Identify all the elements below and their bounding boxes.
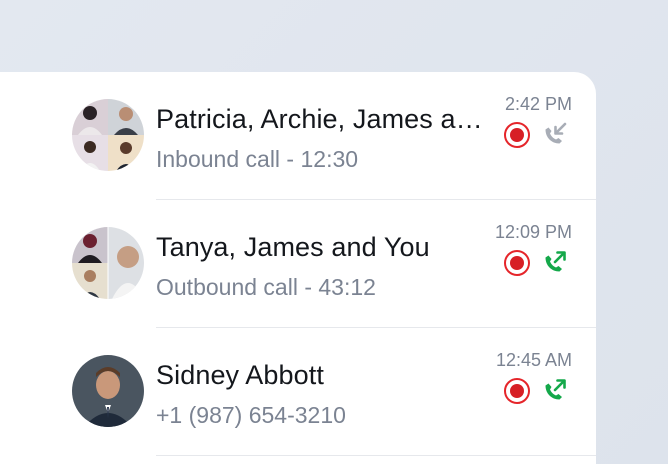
group-avatar xyxy=(72,227,144,299)
outbound-call-icon xyxy=(545,379,566,400)
recording-icon[interactable] xyxy=(504,250,530,276)
call-time: 12:45 AM xyxy=(495,350,572,370)
contact-name: Patricia, Archie, James and You xyxy=(156,104,486,134)
call-list-item[interactable]: Sidney Abbott +1 (987) 654-3210 12:45 AM xyxy=(72,328,596,456)
phone-number: +1 (987) 654-3210 xyxy=(156,402,346,428)
contact-name: Sidney Abbott xyxy=(156,360,324,390)
outbound-call-icon xyxy=(545,251,566,272)
recording-icon[interactable] xyxy=(504,122,530,148)
inbound-call-icon xyxy=(545,122,567,144)
group-avatar xyxy=(72,99,144,171)
call-detail: Outbound call - 43:12 xyxy=(156,274,376,300)
recording-icon[interactable] xyxy=(504,378,530,404)
call-detail: Inbound call - 12:30 xyxy=(156,146,359,172)
call-list-item[interactable]: Patricia, Archie, James and You Inbound … xyxy=(72,72,596,200)
avatar xyxy=(72,355,144,427)
call-history-panel: Patricia, Archie, James and You Inbound … xyxy=(0,72,596,464)
contact-name: Tanya, James and You xyxy=(156,232,430,262)
call-time: 12:09 PM xyxy=(494,222,572,242)
call-list-item[interactable]: Tanya, James and You Outbound call - 43:… xyxy=(72,200,596,328)
call-time: 2:42 PM xyxy=(504,94,572,114)
